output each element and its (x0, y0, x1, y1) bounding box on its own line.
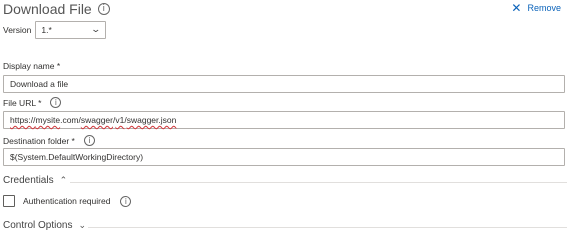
file-url-label: File URL * i (3, 97, 62, 108)
control-options-section-toggle[interactable]: Control Options ⌄ (3, 220, 86, 231)
info-icon[interactable]: i (97, 3, 110, 15)
credentials-divider (70, 182, 567, 183)
url-part: mysite (35, 115, 61, 125)
version-label: Version (3, 25, 32, 35)
task-title-text: Download File (3, 1, 92, 17)
display-name-label: Display name * (3, 61, 60, 71)
destination-input[interactable]: $(System.DefaultWorkingDirectory) (3, 148, 565, 166)
remove-label: Remove (527, 3, 561, 13)
url-part: swagger.json (126, 115, 177, 125)
url-part: https:// (10, 115, 36, 125)
url-part: .com/ (60, 115, 81, 125)
credentials-section-toggle[interactable]: Credentials ⌃ (3, 175, 67, 186)
file-url-value: https://mysite.com/swagger/v1/swagger.js… (10, 115, 176, 125)
version-select[interactable]: 1.* ⌄ (35, 21, 107, 39)
auth-required-label: Authentication required (23, 196, 111, 206)
file-url-input[interactable]: https://mysite.com/swagger/v1/swagger.js… (3, 111, 565, 129)
task-title: Download File i (3, 1, 110, 17)
auth-required-checkbox[interactable] (3, 195, 15, 207)
display-name-label-text: Display name * (3, 61, 61, 71)
info-icon[interactable]: i (50, 97, 62, 108)
chevron-up-icon: ⌃ (59, 175, 68, 186)
display-name-input[interactable]: Download a file (3, 75, 565, 93)
info-icon[interactable]: i (83, 135, 95, 146)
remove-button[interactable]: ✕ Remove (511, 1, 561, 15)
control-options-title: Control Options (3, 220, 73, 231)
destination-label-text: Destination folder * (3, 135, 75, 146)
destination-value: $(System.DefaultWorkingDirectory) (10, 152, 144, 162)
url-part: swagger (80, 115, 113, 125)
url-part: v1 (115, 115, 125, 125)
version-row: Version 1.* ⌄ (3, 21, 107, 39)
close-icon: ✕ (511, 1, 522, 15)
control-options-divider (88, 227, 567, 228)
destination-label: Destination folder * i (3, 135, 95, 146)
file-url-label-text: File URL * (3, 97, 42, 108)
display-name-value: Download a file (10, 79, 69, 89)
credentials-title: Credentials (3, 175, 54, 186)
auth-required-row: Authentication required i (3, 195, 132, 207)
chevron-down-icon: ⌄ (78, 220, 87, 231)
info-icon[interactable]: i (120, 195, 132, 207)
chevron-down-icon: ⌄ (90, 25, 101, 35)
version-selected-value: 1.* (41, 25, 52, 35)
